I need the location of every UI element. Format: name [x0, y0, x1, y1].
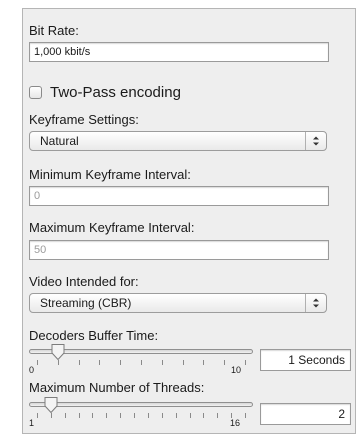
- max-threads-tick: [120, 413, 122, 418]
- popup-arrows-icon: [305, 132, 326, 150]
- decoder-buffer-tick: [99, 360, 101, 365]
- decoder-buffer-tick: [224, 360, 226, 365]
- max-threads-slider-track[interactable]: [29, 402, 253, 407]
- max-threads-tick: [37, 413, 38, 418]
- max-threads-value-field[interactable]: 2: [260, 403, 351, 425]
- video-intended-label: Video Intended for:: [29, 274, 139, 289]
- decoder-buffer-value-field[interactable]: 1 Seconds: [260, 349, 351, 371]
- video-intended-popup[interactable]: Streaming (CBR): [29, 293, 327, 313]
- max-threads-label: Maximum Number of Threads:: [29, 380, 205, 395]
- decoder-buffer-label: Decoders Buffer Time:: [29, 328, 159, 343]
- decoder-buffer-tick: [57, 360, 59, 365]
- decoder-buffer-ticks: [23, 360, 263, 366]
- bit-rate-field[interactable]: 1,000 kbit/s: [29, 42, 329, 62]
- max-threads-min-label: 1: [29, 418, 35, 428]
- decoder-buffer-max-label: 10: [231, 365, 242, 375]
- bit-rate-label: Bit Rate:: [29, 23, 79, 38]
- keyframe-settings-popup[interactable]: Natural: [29, 131, 327, 151]
- max-keyframe-field[interactable]: 50: [29, 240, 329, 260]
- decoder-buffer-tick: [141, 360, 142, 365]
- max-threads-tick: [175, 413, 177, 418]
- max-threads-tick: [50, 413, 52, 418]
- decoder-buffer-tick: [182, 360, 184, 365]
- max-threads-tick: [92, 413, 94, 418]
- two-pass-label: Two-Pass encoding: [50, 83, 181, 101]
- two-pass-checkbox[interactable]: [29, 85, 42, 99]
- decoder-buffer-tick: [78, 360, 80, 365]
- max-threads-tick: [147, 413, 149, 418]
- decoder-buffer-tick: [245, 360, 246, 365]
- decoder-buffer-slider-knob[interactable]: [50, 343, 66, 361]
- decoder-buffer-tick: [161, 360, 163, 365]
- decoder-buffer-min-label: 0: [29, 365, 35, 375]
- max-threads-tick: [78, 413, 80, 418]
- max-threads-tick: [217, 413, 219, 418]
- decoder-buffer-tick: [120, 360, 122, 365]
- popup-arrows-icon: [305, 294, 326, 312]
- max-threads-tick: [245, 413, 246, 418]
- keyframe-settings-value: Natural: [40, 134, 79, 148]
- decoder-buffer-tick: [203, 360, 205, 365]
- video-intended-value: Streaming (CBR): [40, 296, 132, 310]
- max-threads-tick: [161, 413, 163, 418]
- decoder-buffer-tick: [37, 360, 38, 365]
- max-threads-tick: [134, 413, 136, 418]
- max-keyframe-label: Maximum Keyframe Interval:: [29, 220, 195, 235]
- keyframe-settings-label: Keyframe Settings:: [29, 112, 139, 127]
- two-pass-checkbox-row[interactable]: Two-Pass encoding: [29, 83, 181, 101]
- max-threads-tick: [64, 413, 66, 418]
- max-threads-tick: [203, 413, 205, 418]
- min-keyframe-label: Minimum Keyframe Interval:: [29, 167, 191, 182]
- max-threads-tick: [189, 413, 191, 418]
- min-keyframe-field[interactable]: 0: [29, 186, 329, 206]
- max-threads-ticks: [23, 413, 263, 419]
- max-threads-max-label: 16: [230, 418, 241, 428]
- encoder-settings-panel: Bit Rate: 1,000 kbit/s Two-Pass encoding…: [22, 8, 356, 434]
- max-threads-tick: [106, 413, 108, 418]
- max-threads-slider-knob[interactable]: [43, 396, 59, 414]
